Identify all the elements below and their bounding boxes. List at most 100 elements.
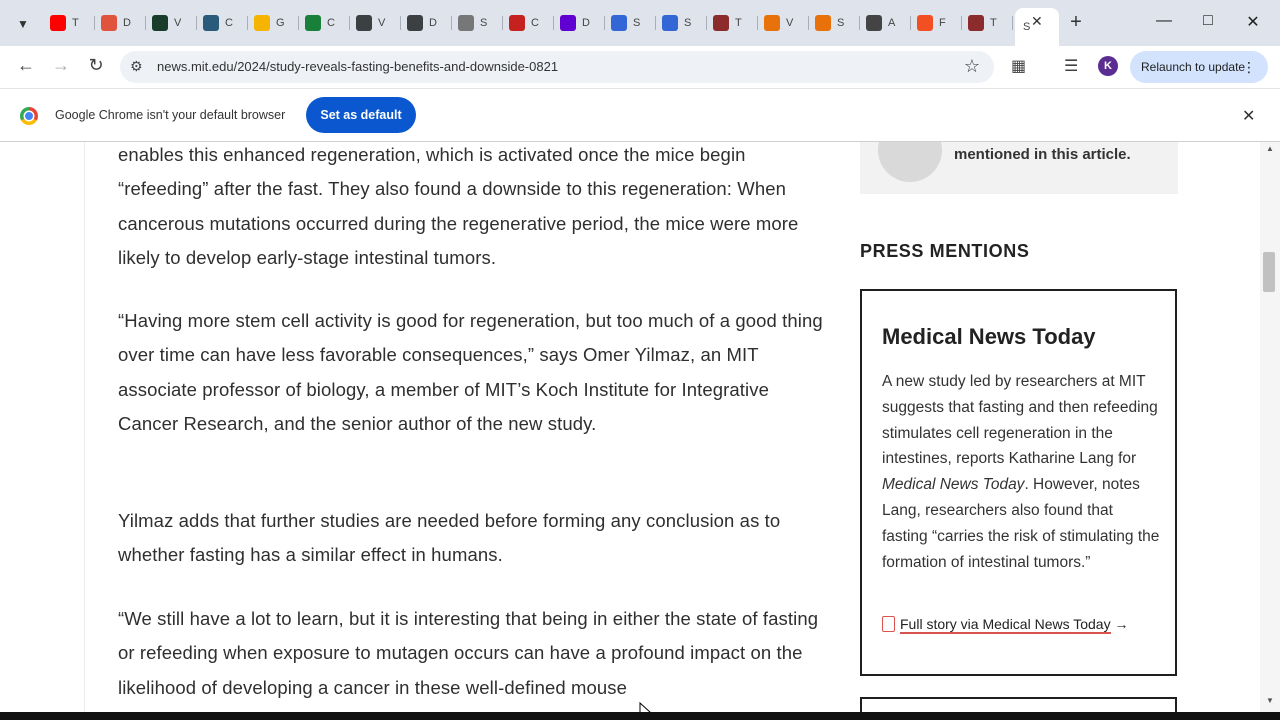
close-window-icon[interactable]: ✕ <box>1243 12 1263 32</box>
browser-tab[interactable]: C <box>299 8 350 38</box>
tab-favicon-icon <box>968 15 984 31</box>
browser-tab[interactable]: S <box>809 8 860 38</box>
browser-tab[interactable]: D <box>95 8 146 38</box>
scroll-up-icon[interactable]: ▲ <box>1266 144 1274 153</box>
press-summary-part: A new study led by researchers at MIT su… <box>882 373 1158 468</box>
tab-title: V <box>174 17 182 29</box>
tab-favicon-icon <box>254 15 270 31</box>
tab-favicon-icon <box>203 15 219 31</box>
tab-favicon-icon <box>713 15 729 31</box>
browser-tab[interactable]: V <box>350 8 401 38</box>
tab-favicon-icon <box>305 15 321 31</box>
browser-tab[interactable]: S <box>656 8 707 38</box>
extensions-icon[interactable]: ▦ <box>1011 56 1026 76</box>
tab-title: T <box>735 17 742 29</box>
tab-title: S <box>633 17 641 29</box>
tab-title: F <box>939 17 946 29</box>
new-tab-button[interactable]: + <box>1066 11 1086 33</box>
tab-title: S <box>480 17 488 29</box>
tab-title: D <box>429 17 437 29</box>
tab-favicon-icon <box>866 15 882 31</box>
back-icon[interactable]: ← <box>14 55 38 76</box>
url-text[interactable]: news.mit.edu/2024/study-reveals-fasting-… <box>157 59 558 74</box>
browser-tab[interactable]: A <box>860 8 911 38</box>
browser-toolbar: ← → ↻ ⚙ news.mit.edu/2024/study-reveals-… <box>0 46 1280 88</box>
browser-tab[interactable]: D <box>401 8 452 38</box>
press-mentions-heading: PRESS MENTIONS <box>860 241 1030 261</box>
press-summary: A new study led by researchers at MIT su… <box>882 369 1162 575</box>
tab-title: A <box>888 17 896 29</box>
tab-favicon-icon <box>101 15 117 31</box>
browser-tab[interactable]: G <box>248 8 299 38</box>
article-paragraph: “We still have a lot to learn, but it is… <box>118 608 819 698</box>
article-paragraph: “Having more stem cell activity is good … <box>118 310 823 434</box>
tab-title: G <box>276 17 285 29</box>
press-outlet-name: Medical News Today <box>882 324 1096 349</box>
active-tab-title: S <box>1023 21 1031 33</box>
browser-tab[interactable]: T <box>707 8 758 38</box>
tab-favicon-icon <box>611 15 627 31</box>
tab-title: T <box>990 17 997 29</box>
article-paragraph: Yilmaz adds that further studies are nee… <box>118 510 781 566</box>
tab-favicon-icon <box>407 15 423 31</box>
tab-favicon-icon <box>662 15 678 31</box>
media-controls-icon[interactable]: ☰ <box>1064 56 1078 76</box>
browser-tab[interactable]: V <box>758 8 809 38</box>
tab-title: V <box>786 17 794 29</box>
tab-title: C <box>327 17 335 29</box>
infobar-message: Google Chrome isn't your default browser <box>55 108 286 122</box>
full-story-link-text[interactable]: Full story via Medical News Today <box>900 616 1111 634</box>
chrome-logo-icon <box>20 107 38 125</box>
page-content: enables this enhanced regeneration, whic… <box>0 142 1280 712</box>
infobar-close-icon[interactable]: ✕ <box>1242 106 1255 126</box>
tab-favicon-icon <box>509 15 525 31</box>
scroll-down-icon[interactable]: ▼ <box>1266 696 1274 705</box>
relaunch-button[interactable]: Relaunch to update ⋮ <box>1130 51 1268 83</box>
minimize-icon[interactable]: — <box>1154 12 1174 30</box>
tab-favicon-icon <box>458 15 474 31</box>
browser-tab[interactable]: D <box>554 8 605 38</box>
profile-avatar[interactable]: K <box>1098 56 1118 76</box>
maximize-icon[interactable]: □ <box>1198 12 1218 30</box>
browser-tab[interactable]: V <box>146 8 197 38</box>
tab-favicon-icon <box>50 15 66 31</box>
tab-title: S <box>837 17 845 29</box>
tab-title: T <box>72 17 79 29</box>
tab-favicon-icon <box>152 15 168 31</box>
browser-tab[interactable]: S <box>452 8 503 38</box>
tab-title: C <box>225 17 233 29</box>
tab-list: TDVCGCVDSCDSSTVSAFTS <box>44 8 1059 46</box>
author-avatar <box>878 142 942 182</box>
browser-tab[interactable]: C <box>197 8 248 38</box>
press-summary-italic: Medical News Today <box>882 476 1025 494</box>
scrollbar[interactable]: ▲ ▼ <box>1260 142 1280 712</box>
default-browser-infobar: Google Chrome isn't your default browser… <box>0 88 1280 142</box>
address-bar[interactable]: ⚙ news.mit.edu/2024/study-reveals-fastin… <box>120 51 994 83</box>
bottom-edge <box>0 712 1280 720</box>
forward-icon[interactable]: → <box>49 55 73 76</box>
reload-icon[interactable]: ↻ <box>84 55 108 76</box>
tab-title: C <box>531 17 539 29</box>
tab-favicon-icon <box>815 15 831 31</box>
browser-tab[interactable]: C <box>503 8 554 38</box>
tab-favicon-icon <box>356 15 372 31</box>
browser-tab[interactable]: S <box>605 8 656 38</box>
author-card-text: mentioned in this article. <box>954 146 1131 163</box>
press-mention-card: Medical News Today A new study led by re… <box>860 289 1177 676</box>
full-story-link[interactable]: Full story via Medical News Today → <box>882 616 1129 634</box>
set-as-default-button[interactable]: Set as default <box>306 97 416 133</box>
tab-title: D <box>582 17 590 29</box>
bookmark-star-icon[interactable]: ☆ <box>964 56 980 77</box>
tab-title: V <box>378 17 386 29</box>
close-tab-icon[interactable]: ✕ <box>1031 13 1043 30</box>
mouse-cursor-icon <box>639 702 651 712</box>
browser-tab[interactable]: F <box>911 8 962 38</box>
browser-tab[interactable]: T <box>44 8 95 38</box>
site-info-icon[interactable]: ⚙ <box>130 58 143 75</box>
more-menu-icon[interactable]: ⋮ <box>1242 51 1256 83</box>
tab-title: S <box>684 17 692 29</box>
scrollbar-thumb[interactable] <box>1263 252 1275 292</box>
tab-search-chevron-icon[interactable]: ▼ <box>10 11 36 37</box>
article-paragraph: enables this enhanced regeneration, whic… <box>118 144 799 268</box>
browser-tab[interactable]: T <box>962 8 1013 38</box>
